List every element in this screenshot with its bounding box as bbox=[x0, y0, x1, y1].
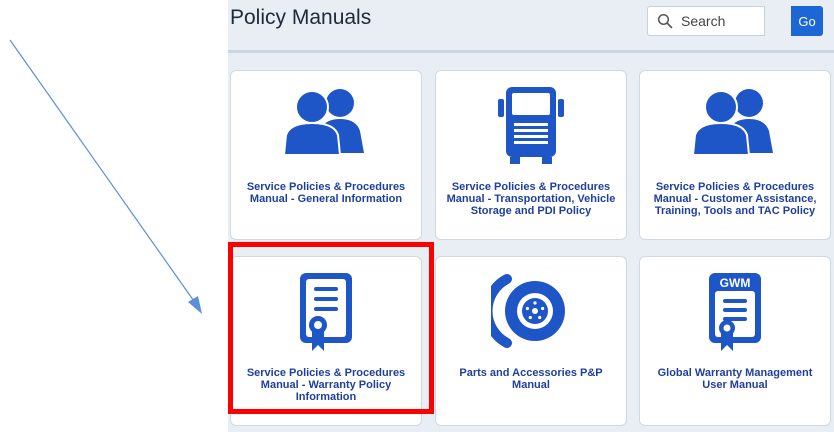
tile-label: Service Policies & Procedures Manual - G… bbox=[246, 181, 406, 205]
page-title: Policy Manuals bbox=[230, 6, 372, 29]
tile-general-information[interactable]: Service Policies & Procedures Manual - G… bbox=[230, 70, 422, 240]
search-icon bbox=[657, 13, 673, 29]
people-icon bbox=[691, 89, 773, 156]
people-icon bbox=[282, 89, 364, 156]
gwm-certificate-icon: GWM bbox=[709, 273, 761, 351]
annotation-arrow bbox=[9, 39, 202, 314]
brake-disc-icon bbox=[491, 274, 565, 348]
search-box[interactable] bbox=[647, 6, 765, 36]
truck-icon bbox=[498, 87, 564, 164]
search-input[interactable] bbox=[679, 12, 763, 30]
tile-warranty-policy[interactable]: Service Policies & Procedures Manual - W… bbox=[230, 256, 422, 426]
header-divider bbox=[228, 50, 834, 53]
tile-label: Global Warranty Management User Manual bbox=[657, 367, 813, 391]
tile-customer-assistance[interactable]: Service Policies & Procedures Manual - C… bbox=[639, 70, 831, 240]
tile-parts-accessories[interactable]: Parts and Accessories P&P Manual bbox=[435, 256, 627, 426]
go-button[interactable]: Go bbox=[791, 6, 823, 36]
tile-label: Service Policies & Procedures Manual - W… bbox=[246, 367, 406, 403]
tile-label: Service Policies & Procedures Manual - C… bbox=[653, 181, 817, 217]
certificate-icon bbox=[300, 273, 352, 351]
tile-transportation-pdi[interactable]: Service Policies & Procedures Manual - T… bbox=[435, 70, 627, 240]
gwm-icon-text: GWM bbox=[720, 276, 751, 290]
tile-global-warranty-management[interactable]: GWM Global Warranty Management User Manu… bbox=[639, 256, 831, 426]
tile-label: Parts and Accessories P&P Manual bbox=[459, 367, 603, 391]
policy-manuals-panel: Policy Manuals Go Service Policies & Pro… bbox=[228, 0, 834, 432]
tile-label: Service Policies & Procedures Manual - T… bbox=[446, 181, 616, 217]
